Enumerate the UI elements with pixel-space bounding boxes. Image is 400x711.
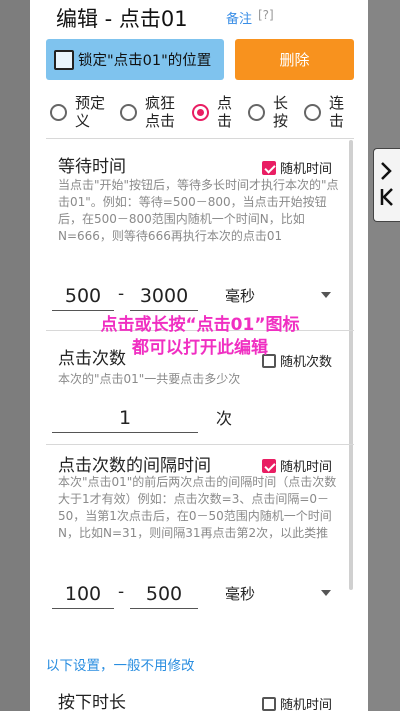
divider: [46, 444, 354, 445]
mode-radio-long-press[interactable]: 长按: [248, 92, 289, 132]
overlay-hint-line1: 点击或长按“点击01”图标: [100, 315, 300, 335]
press-random-label: 随机时间: [280, 698, 333, 711]
interval-random-checkbox[interactable]: 随机时间: [262, 456, 332, 475]
radio-checked-icon: [192, 103, 209, 121]
press-duration-title: 按下时长: [58, 693, 126, 711]
mode-label: 长按: [273, 94, 289, 130]
wait-unit-select[interactable]: 毫秒: [225, 285, 255, 306]
mode-radio-combo[interactable]: 连击: [304, 92, 345, 132]
click-count-unit: 次: [216, 409, 233, 428]
wait-min-input[interactable]: 500: [52, 282, 114, 311]
interval-title: 点击次数的间隔时间: [58, 456, 211, 476]
overlay-hint-line2: 都可以打开此编辑: [132, 338, 268, 358]
mode-label: 预定义: [75, 94, 106, 130]
minimize-arrow-icon: [378, 162, 396, 220]
mode-label: 疯狂点击: [145, 94, 176, 130]
range-separator: -: [118, 582, 125, 602]
mode-radio-click[interactable]: 点击: [192, 92, 233, 132]
lock-position-label: 锁定"点击01"的位置: [78, 53, 212, 69]
dialog-title: 编辑 - 点击01: [56, 7, 188, 31]
lock-checkbox-icon: [54, 49, 74, 70]
interval-description: 本次"点击01"的前后两次点击的间隔时间（点击次数大于1才有效）例如：点击次数=…: [58, 475, 337, 540]
radio-icon: [304, 103, 321, 121]
click-count-description: 本次的"点击01"一共要点击多少次: [58, 372, 241, 386]
divider: [46, 138, 354, 139]
help-link[interactable]: [?]: [258, 8, 274, 22]
mode-radio-crazy-click[interactable]: 疯狂点击: [120, 92, 175, 132]
side-panel-tab[interactable]: [373, 148, 400, 222]
wait-random-label: 随机时间: [280, 162, 333, 177]
scrollbar[interactable]: [349, 140, 353, 590]
click-count-input[interactable]: 1: [52, 404, 198, 433]
wait-time-description: 当点击"开始"按钮后，等待多长时间才执行本次的"点击01"。例如：等待=500－…: [58, 178, 339, 243]
wait-max-input[interactable]: 3000: [130, 282, 198, 311]
mode-label: 点击: [217, 94, 233, 130]
checkbox-icon: [262, 696, 276, 711]
interval-random-label: 随机时间: [280, 460, 333, 475]
range-separator: -: [118, 284, 125, 304]
lock-position-button[interactable]: 锁定"点击01"的位置: [46, 39, 224, 80]
delete-button[interactable]: 删除: [235, 39, 354, 80]
interval-max-input[interactable]: 500: [130, 580, 198, 609]
mode-label: 连击: [329, 94, 345, 130]
note-link[interactable]: 备注: [226, 8, 252, 27]
wait-time-title: 等待时间: [58, 157, 126, 177]
wait-random-checkbox[interactable]: 随机时间: [262, 158, 332, 177]
checkbox-checked-icon: [262, 458, 276, 473]
interval-min-input[interactable]: 100: [52, 580, 114, 609]
checkbox-checked-icon: [262, 160, 276, 175]
radio-icon: [120, 103, 137, 121]
radio-icon: [248, 103, 265, 121]
chevron-down-icon[interactable]: [321, 590, 331, 596]
radio-icon: [50, 103, 67, 121]
interval-unit-select[interactable]: 毫秒: [225, 583, 255, 604]
mode-radio-predefined[interactable]: 预定义: [50, 92, 105, 132]
advanced-settings-link[interactable]: 以下设置，一般不用修改: [46, 654, 195, 674]
press-random-checkbox[interactable]: 随机时间: [262, 694, 332, 711]
chevron-down-icon[interactable]: [321, 292, 331, 298]
